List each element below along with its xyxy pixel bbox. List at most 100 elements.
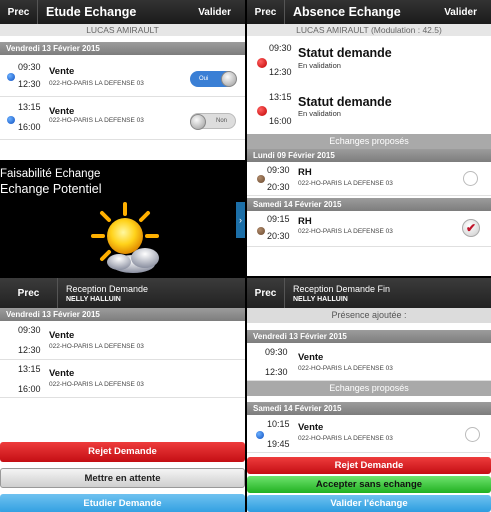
end-time: 12:30 <box>269 67 292 77</box>
section-header: Echanges proposés <box>247 134 491 149</box>
shift-name: Vente <box>49 66 75 77</box>
shift-toggle[interactable]: Non <box>190 113 236 130</box>
status-title: Statut demande <box>298 46 392 60</box>
sun-cloud-icon <box>85 202 171 276</box>
status-row: 09:30 12:30 Statut demande En validation <box>247 37 491 84</box>
shift-location: 022-HO-PARIS LA DEFENSE 03 <box>298 180 393 187</box>
validate-button[interactable]: Valider <box>430 7 491 18</box>
reception-demande-fin-screen: Prec Reception Demande Fin NELLY HALLUIN… <box>247 278 491 512</box>
start-time: 13:15 <box>18 102 41 112</box>
prev-button[interactable]: Prec <box>247 278 285 308</box>
shift-location: 022-HO-PARIS LA DEFENSE 03 <box>49 343 144 350</box>
end-time: 19:45 <box>267 439 290 449</box>
toggle-knob <box>190 114 206 130</box>
end-time: 20:30 <box>267 182 290 192</box>
next-arrow-icon[interactable]: › <box>236 202 245 238</box>
shift-dot-icon <box>257 227 265 235</box>
requester-name: NELLY HALLUIN <box>293 295 348 303</box>
day-header: Vendredi 13 Février 2015 <box>0 42 245 55</box>
shift-location: 022-HO-PARIS LA DEFENSE 03 <box>49 117 144 124</box>
toggle-knob <box>221 71 237 87</box>
requester-name: NELLY HALLUIN <box>66 295 121 303</box>
shift-name: RH <box>298 167 312 178</box>
day-header: Lundi 09 Février 2015 <box>247 149 491 162</box>
feasibility-label: Faisabilité Echange <box>0 168 101 180</box>
start-time: 09:30 <box>267 165 290 175</box>
employee-name: LUCAS AMIRAULT (Modulation : 42.5) <box>247 24 491 36</box>
shift-row: 09:30 12:30 Vente 022-HO-PARIS LA DEFENS… <box>0 55 245 97</box>
toggle-label: Oui <box>199 76 209 82</box>
end-time: 16:00 <box>18 384 41 394</box>
start-time: 09:30 <box>18 325 41 335</box>
status-red-icon <box>257 58 267 68</box>
put-on-hold-button[interactable]: Mettre en attente <box>0 468 245 488</box>
reception-demande-screen: Prec Reception Demande NELLY HALLUIN Ven… <box>0 278 245 512</box>
prev-button[interactable]: Prec <box>0 278 58 308</box>
shift-location: 022-HO-PARIS LA DEFENSE 03 <box>298 435 393 442</box>
exchange-row[interactable]: 09:15 20:30 RH 022-HO-PARIS LA DEFENSE 0… <box>247 211 491 247</box>
start-time: 13:15 <box>269 92 292 102</box>
reception-fin-header: Prec Reception Demande Fin NELLY HALLUIN <box>247 278 491 308</box>
end-time: 16:00 <box>18 122 41 132</box>
absence-echange-header: Prec Absence Echange Valider <box>247 0 491 24</box>
etude-echange-header: Prec Etude Echange Valider <box>0 0 245 24</box>
shift-row: 09:30 12:30 Vente 022-HO-PARIS LA DEFENS… <box>247 343 491 381</box>
validate-exchange-button[interactable]: Valider l'échange <box>247 495 491 512</box>
start-time: 09:30 <box>269 43 292 53</box>
validate-button[interactable]: Valider <box>184 7 245 18</box>
shift-name: Vente <box>298 352 324 363</box>
prev-button[interactable]: Prec <box>0 0 38 24</box>
shift-dot-icon <box>7 116 15 124</box>
shift-dot-icon <box>7 73 15 81</box>
day-header: Samedi 14 Février 2015 <box>247 198 491 211</box>
section-header: Echanges proposés <box>247 381 491 396</box>
day-header: Vendredi 13 Février 2015 <box>0 308 245 321</box>
day-header: Samedi 14 Février 2015 <box>247 402 491 415</box>
accept-without-exchange-button[interactable]: Accepter sans echange <box>247 476 491 493</box>
shift-location: 022-HO-PARIS LA DEFENSE 03 <box>49 381 144 388</box>
employee-name: LUCAS AMIRAULT <box>0 24 245 36</box>
prev-button[interactable]: Prec <box>247 0 285 24</box>
exchange-radio[interactable] <box>465 427 480 442</box>
faisabilite-screen: Faisabilité Echange Echange Potentiel › <box>0 162 245 276</box>
start-time: 09:30 <box>18 62 41 72</box>
exchange-row[interactable]: 10:15 19:45 Vente 022-HO-PARIS LA DEFENS… <box>247 415 491 453</box>
page-title: Reception Demande <box>66 283 149 294</box>
shift-name: Vente <box>49 330 75 341</box>
status-text: En validation <box>298 61 341 70</box>
reject-request-button[interactable]: Rejet Demande <box>0 442 245 462</box>
potential-label: Echange Potentiel <box>0 182 102 196</box>
checkmark-icon[interactable]: ✔ <box>462 219 480 237</box>
shift-location: 022-HO-PARIS LA DEFENSE 03 <box>49 80 144 87</box>
end-time: 12:30 <box>18 79 41 89</box>
page-title: Absence Echange <box>293 5 401 19</box>
start-time: 13:15 <box>18 364 41 374</box>
request-info: Reception Demande NELLY HALLUIN <box>58 284 148 303</box>
etude-echange-screen: Prec Etude Echange Valider LUCAS AMIRAUL… <box>0 0 245 160</box>
shift-row: 09:30 12:30 Vente 022-HO-PARIS LA DEFENS… <box>0 321 245 360</box>
exchange-radio[interactable] <box>463 171 478 186</box>
shift-location: 022-HO-PARIS LA DEFENSE 03 <box>298 228 393 235</box>
start-time: 09:30 <box>265 347 288 357</box>
status-title: Statut demande <box>298 95 392 109</box>
shift-toggle[interactable]: Oui <box>190 71 237 87</box>
end-time: 20:30 <box>267 231 290 241</box>
end-time: 16:00 <box>269 116 292 126</box>
shift-row: 13:15 16:00 Vente 022-HO-PARIS LA DEFENS… <box>0 360 245 398</box>
reject-request-button[interactable]: Rejet Demande <box>247 457 491 474</box>
shift-name: Vente <box>49 368 75 379</box>
page-title: Reception Demande Fin <box>293 283 391 294</box>
exchange-row[interactable]: 09:30 20:30 RH 022-HO-PARIS LA DEFENSE 0… <box>247 162 491 196</box>
shift-name: Vente <box>298 422 324 433</box>
status-red-icon <box>257 106 267 116</box>
status-row: 13:15 16:00 Statut demande En validation <box>247 88 491 134</box>
day-header: Vendredi 13 Février 2015 <box>247 330 491 343</box>
request-info: Reception Demande Fin NELLY HALLUIN <box>285 284 390 303</box>
status-text: En validation <box>298 109 341 118</box>
shift-row: 13:15 16:00 Vente 022-HO-PARIS LA DEFENS… <box>0 98 245 140</box>
reception-header: Prec Reception Demande NELLY HALLUIN <box>0 278 245 308</box>
shift-name: RH <box>298 216 312 227</box>
end-time: 12:30 <box>265 367 288 377</box>
page-title: Etude Echange <box>46 5 137 19</box>
study-request-button[interactable]: Etudier Demande <box>0 494 245 512</box>
